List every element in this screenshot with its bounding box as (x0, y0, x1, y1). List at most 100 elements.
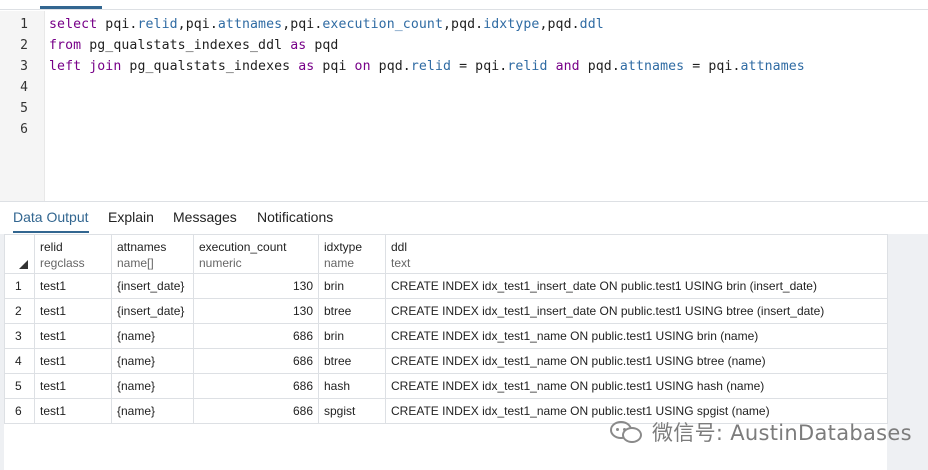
cell-idxtype[interactable]: hash (318, 373, 386, 399)
cell-relid[interactable]: test1 (34, 373, 112, 399)
header-row: relid regclass attnames name[] execution… (4, 234, 888, 274)
code-line: select pqi.relid,pqi.attnames,pqi.execut… (49, 17, 604, 32)
table-row[interactable]: 5 test1 {name} 686 hash CREATE INDEX idx… (4, 373, 888, 399)
table-row[interactable]: 4 test1 {name} 686 btree CREATE INDEX id… (4, 348, 888, 374)
cell-ddl[interactable]: CREATE INDEX idx_test1_insert_date ON pu… (385, 273, 888, 299)
cell-idxtype[interactable]: btree (318, 348, 386, 374)
cell-relid[interactable]: test1 (34, 348, 112, 374)
cell-relid[interactable]: test1 (34, 398, 112, 424)
results-table: relid regclass attnames name[] execution… (4, 234, 888, 424)
sql-identifier: ,pqd. (442, 17, 484, 32)
column-type: regclass (40, 256, 85, 270)
corner-triangle-icon (19, 260, 28, 269)
column-header-relid[interactable]: relid regclass (34, 234, 112, 274)
sql-identifier: pqi (314, 59, 355, 74)
cell-execution-count[interactable]: 130 (193, 298, 319, 324)
row-number[interactable]: 4 (4, 348, 35, 374)
line-number-gutter: 1 2 3 4 5 6 (0, 11, 45, 201)
row-number[interactable]: 6 (4, 398, 35, 424)
cell-attnames[interactable]: {name} (111, 373, 194, 399)
table-row[interactable]: 3 test1 {name} 686 brin CREATE INDEX idx… (4, 323, 888, 349)
cell-idxtype[interactable]: spgist (318, 398, 386, 424)
cell-relid[interactable]: test1 (34, 323, 112, 349)
column-name: idxtype (324, 240, 363, 254)
column-header-attnames[interactable]: attnames name[] (111, 234, 194, 274)
line-number: 1 (20, 17, 28, 32)
column-type: text (391, 256, 411, 270)
column-name: execution_count (199, 240, 287, 254)
column-header-ddl[interactable]: ddl text (385, 234, 888, 274)
cell-idxtype[interactable]: brin (318, 273, 386, 299)
tab-explain[interactable]: Explain (108, 209, 154, 233)
sql-field: attnames (740, 59, 805, 74)
wechat-icon (610, 419, 644, 445)
cell-attnames[interactable]: {insert_date} (111, 298, 194, 324)
line-number: 6 (20, 122, 28, 137)
column-type: name[] (117, 256, 154, 270)
tab-messages[interactable]: Messages (173, 209, 237, 233)
cell-ddl[interactable]: CREATE INDEX idx_test1_insert_date ON pu… (385, 298, 888, 324)
code-line: left join pg_qualstats_indexes as pqi on… (49, 59, 805, 74)
sql-field: ddl (579, 17, 604, 32)
sql-keyword: as (290, 38, 307, 53)
sql-identifier: pqi. (97, 17, 138, 32)
column-header-execution-count[interactable]: execution_count numeric (193, 234, 319, 274)
sql-field: attnames (217, 17, 283, 32)
tab-data-output[interactable]: Data Output (13, 209, 89, 233)
cell-idxtype[interactable]: brin (318, 323, 386, 349)
cell-ddl[interactable]: CREATE INDEX idx_test1_name ON public.te… (385, 373, 888, 399)
sql-identifier: = pqi. (684, 59, 741, 74)
cell-execution-count[interactable]: 686 (193, 373, 319, 399)
watermark: 微信号: AustinDatabases (610, 417, 912, 447)
cell-execution-count[interactable]: 686 (193, 398, 319, 424)
code-line: from pg_qualstats_indexes_ddl as pqd (49, 38, 338, 53)
cell-attnames[interactable]: {name} (111, 398, 194, 424)
sql-identifier: pqd. (579, 59, 620, 74)
sql-identifier: pqd. (370, 59, 411, 74)
sql-identifier (548, 59, 556, 74)
line-number: 3 (20, 59, 28, 74)
active-query-tab-indicator[interactable] (40, 6, 102, 9)
sql-keyword: from (49, 38, 82, 53)
sql-identifier: ,pqd. (539, 17, 580, 32)
results-tabbar: Data Output Explain Messages Notificatio… (0, 201, 928, 234)
sql-editor[interactable]: 123456 select pqi.relid,pqi.attnames,pqi… (0, 11, 928, 201)
sql-identifier: pqd (306, 38, 339, 53)
cell-ddl[interactable]: CREATE INDEX idx_test1_name ON public.te… (385, 323, 888, 349)
cell-ddl[interactable]: CREATE INDEX idx_test1_name ON public.te… (385, 348, 888, 374)
column-header-idxtype[interactable]: idxtype name (318, 234, 386, 274)
row-number[interactable]: 5 (4, 373, 35, 399)
sql-identifier: ,pqi. (282, 17, 323, 32)
sql-field: relid (137, 17, 178, 32)
cell-relid[interactable]: test1 (34, 298, 112, 324)
column-name: attnames (117, 240, 167, 254)
tab-notifications[interactable]: Notifications (257, 209, 333, 233)
line-number: 4 (20, 80, 28, 95)
row-number[interactable]: 1 (4, 273, 35, 299)
line-number: 2 (20, 38, 28, 53)
table-row[interactable]: 2 test1 {insert_date} 130 btree CREATE I… (4, 298, 888, 324)
sql-identifier: ,pqi. (177, 17, 218, 32)
watermark-text: 微信号: AustinDatabases (652, 421, 912, 445)
cell-relid[interactable]: test1 (34, 273, 112, 299)
row-number[interactable]: 3 (4, 323, 35, 349)
select-all-corner[interactable] (4, 234, 35, 274)
cell-idxtype[interactable]: btree (318, 298, 386, 324)
cell-attnames[interactable]: {insert_date} (111, 273, 194, 299)
cell-execution-count[interactable]: 130 (193, 273, 319, 299)
sql-keyword: left join (49, 59, 122, 74)
line-number: 5 (20, 101, 28, 116)
sql-field: relid (507, 59, 548, 74)
cell-execution-count[interactable]: 686 (193, 323, 319, 349)
cell-attnames[interactable]: {name} (111, 323, 194, 349)
sql-keyword: as (298, 59, 315, 74)
cell-attnames[interactable]: {name} (111, 348, 194, 374)
table-row[interactable]: 1 test1 {insert_date} 130 brin CREATE IN… (4, 273, 888, 299)
sql-field: attnames (619, 59, 685, 74)
sql-identifier: = pqi. (451, 59, 508, 74)
cell-execution-count[interactable]: 686 (193, 348, 319, 374)
sql-keyword: on (354, 59, 371, 74)
sql-identifier: pg_qualstats_indexes_ddl (81, 38, 291, 53)
row-number[interactable]: 2 (4, 298, 35, 324)
column-name: relid (40, 240, 63, 254)
